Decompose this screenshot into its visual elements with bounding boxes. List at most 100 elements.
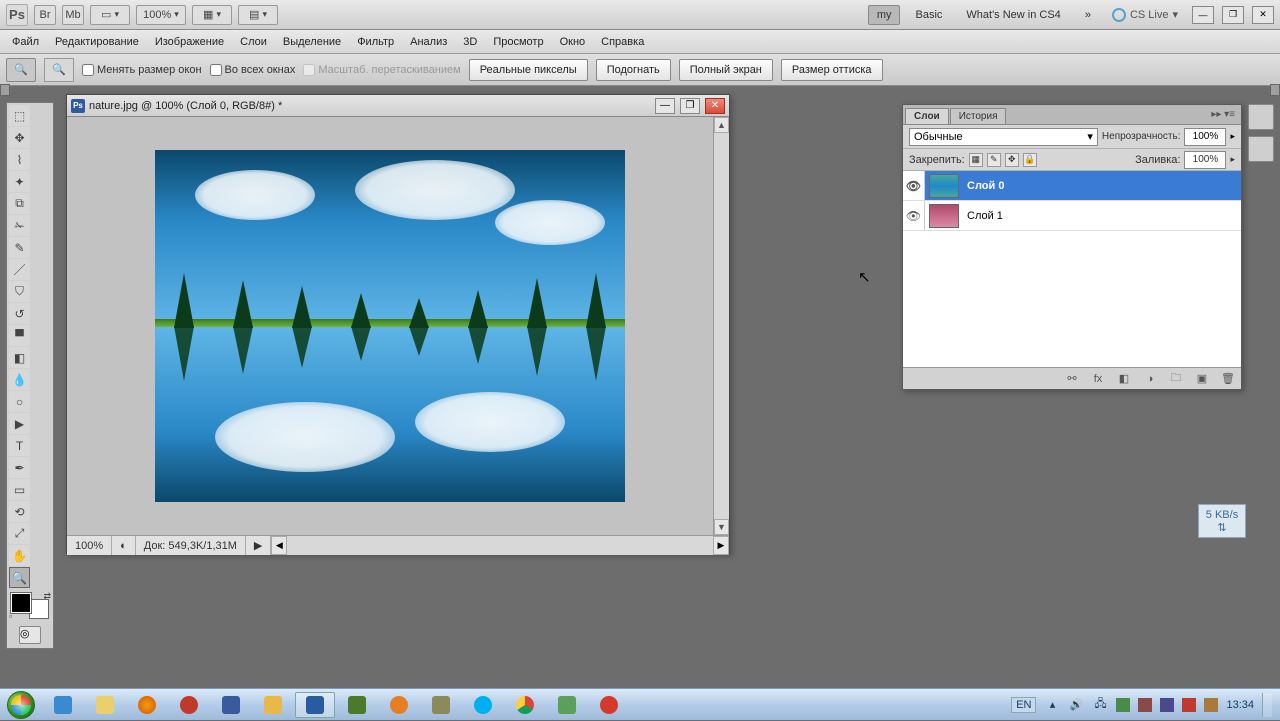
gradient-tool[interactable]: ▀ xyxy=(9,325,30,346)
doc-maximize-button[interactable]: ❐ xyxy=(680,98,700,114)
status-menu-icon[interactable]: ▶ xyxy=(246,536,271,555)
magic-wand-tool[interactable]: ✦ xyxy=(9,171,30,192)
hand-tool[interactable]: ✋ xyxy=(9,545,30,566)
menu-select[interactable]: Выделение xyxy=(275,33,349,51)
delete-layer-icon[interactable]: 🗑 xyxy=(1219,371,1237,387)
pencil-tool[interactable]: ／ xyxy=(9,259,30,280)
move-tool[interactable]: ✥ xyxy=(9,127,30,148)
default-colors-icon[interactable]: ▫ xyxy=(9,611,12,621)
adjustment-layer-icon[interactable]: ◑ xyxy=(1141,371,1159,387)
show-desktop-button[interactable] xyxy=(1262,693,1272,717)
screen-mode-dropdown[interactable]: ▭ xyxy=(90,5,130,25)
layer-thumbnail[interactable] xyxy=(929,204,959,228)
actual-pixels-button[interactable]: Реальные пикселы xyxy=(469,59,588,81)
taskbar-app2-icon[interactable] xyxy=(421,692,461,718)
scroll-right-icon[interactable]: ▶ xyxy=(713,536,729,555)
menu-view[interactable]: Просмотр xyxy=(485,33,551,51)
pen-tool[interactable]: ✒ xyxy=(9,457,30,478)
menu-analysis[interactable]: Анализ xyxy=(402,33,455,51)
taskbar-chrome-icon[interactable] xyxy=(505,692,545,718)
menu-image[interactable]: Изображение xyxy=(147,33,232,51)
type-tool[interactable]: T xyxy=(9,435,30,456)
layer-style-icon[interactable]: fx xyxy=(1089,371,1107,387)
blend-mode-select[interactable]: Обычные ▾ xyxy=(909,128,1098,146)
taskbar-app-icon[interactable] xyxy=(211,692,251,718)
eraser-tool[interactable]: ◧ xyxy=(9,347,30,368)
taskbar-clock[interactable]: 13:34 xyxy=(1226,699,1254,711)
workspace-basic[interactable]: Basic xyxy=(906,5,951,25)
panel-collapse-icon[interactable]: ▸▸ ▾≡ xyxy=(1205,105,1241,124)
layer-visibility-icon[interactable]: 👁 xyxy=(903,171,925,200)
layer-group-icon[interactable]: 🗀 xyxy=(1167,371,1185,387)
layer-thumbnail[interactable] xyxy=(929,174,959,198)
document-titlebar[interactable]: Ps nature.jpg @ 100% (Слой 0, RGB/8#) * … xyxy=(67,95,729,117)
menu-edit[interactable]: Редактирование xyxy=(47,33,147,51)
lock-all-icon[interactable]: 🔒 xyxy=(1023,153,1037,167)
scroll-down-icon[interactable]: ▼ xyxy=(714,519,729,535)
layer-name[interactable]: Слой 0 xyxy=(963,180,1004,192)
current-tool-icon[interactable]: 🔍 xyxy=(6,58,36,82)
collapsed-panel-icon[interactable] xyxy=(1248,104,1274,130)
arrange-documents-dropdown[interactable]: ▦ xyxy=(192,5,232,25)
taskbar-explorer-icon[interactable] xyxy=(85,692,125,718)
workspace-my[interactable]: my xyxy=(868,5,901,25)
opacity-input[interactable]: 100% xyxy=(1184,128,1226,146)
fit-screen-button[interactable]: Подогнать xyxy=(596,59,671,81)
menu-3d[interactable]: 3D xyxy=(455,33,485,51)
status-info-icon[interactable]: ◐ xyxy=(112,536,136,555)
new-layer-icon[interactable]: ▣ xyxy=(1193,371,1211,387)
menu-help[interactable]: Справка xyxy=(593,33,652,51)
foreground-color-swatch[interactable] xyxy=(11,593,31,613)
workspace-more-icon[interactable]: » xyxy=(1076,5,1100,25)
fill-flyout-icon[interactable]: ▸ xyxy=(1230,154,1235,165)
stamp-tool[interactable]: ⛉ xyxy=(9,281,30,302)
tab-history[interactable]: История xyxy=(950,108,1007,124)
app-restore-button[interactable]: ❐ xyxy=(1222,6,1244,24)
fullscreen-button[interactable]: Полный экран xyxy=(679,59,773,81)
lock-pixels-icon[interactable]: ✎ xyxy=(987,153,1001,167)
lock-position-icon[interactable]: ✥ xyxy=(1005,153,1019,167)
cs-live-button[interactable]: CS Live ▾ xyxy=(1106,8,1184,22)
workspace-whatsnew[interactable]: What's New in CS4 xyxy=(957,5,1069,25)
layers-list[interactable]: 👁 Слой 0 👁 Слой 1 xyxy=(903,171,1241,367)
status-zoom[interactable]: 100% xyxy=(67,536,112,555)
tray-network-icon[interactable]: 🖧 xyxy=(1092,697,1108,713)
layer-visibility-icon[interactable]: 👁 xyxy=(903,201,925,230)
menu-window[interactable]: Окно xyxy=(552,33,594,51)
menu-filter[interactable]: Фильтр xyxy=(349,33,402,51)
layer-name[interactable]: Слой 1 xyxy=(963,210,1003,222)
menu-layer[interactable]: Слои xyxy=(232,33,275,51)
quick-mask-button[interactable]: ◎ xyxy=(9,624,51,646)
tray-icon[interactable] xyxy=(1116,698,1130,712)
scroll-up-icon[interactable]: ▲ xyxy=(714,117,729,133)
tray-icon[interactable] xyxy=(1160,698,1174,712)
opacity-flyout-icon[interactable]: ▸ xyxy=(1230,131,1235,142)
canvas-area[interactable] xyxy=(67,117,713,535)
layer-mask-icon[interactable]: ◧ xyxy=(1115,371,1133,387)
app-close-button[interactable]: ✕ xyxy=(1252,6,1274,24)
marquee-tool[interactable]: ⬚ xyxy=(9,105,30,126)
link-layers-icon[interactable]: ⚯ xyxy=(1063,371,1081,387)
taskbar-notepad-icon[interactable] xyxy=(253,692,293,718)
left-dock-grip[interactable] xyxy=(0,84,10,96)
scroll-left-icon[interactable]: ◀ xyxy=(271,536,287,555)
zoom-in-out-icon[interactable]: 🔍 xyxy=(44,58,74,82)
taskbar-media-icon[interactable] xyxy=(379,692,419,718)
3d-orbit-tool[interactable]: ⤢ xyxy=(9,523,30,544)
shape-tool[interactable]: ▭ xyxy=(9,479,30,500)
print-size-button[interactable]: Размер оттиска xyxy=(781,59,883,81)
network-monitor-widget[interactable]: 5 KB/s ⇅ xyxy=(1198,504,1246,538)
status-doc-size[interactable]: Док: 549,3K/1,31M xyxy=(136,536,246,555)
menu-file[interactable]: Файл xyxy=(4,33,47,51)
tab-layers[interactable]: Слои xyxy=(905,108,949,124)
zoom-level-dropdown[interactable]: 100% xyxy=(136,5,186,25)
crop-tool[interactable]: ⧉ xyxy=(9,193,30,214)
all-windows-checkbox[interactable]: Во всех окнах xyxy=(210,64,296,76)
doc-minimize-button[interactable]: — xyxy=(655,98,675,114)
fill-input[interactable]: 100% xyxy=(1184,151,1226,169)
taskbar-opera-icon[interactable] xyxy=(169,692,209,718)
tray-show-hidden-icon[interactable]: ▴ xyxy=(1044,697,1060,713)
color-swatches[interactable]: ⇄ ▫ xyxy=(9,591,51,621)
taskbar-dreamweaver-icon[interactable] xyxy=(337,692,377,718)
layer-row[interactable]: 👁 Слой 1 xyxy=(903,201,1241,231)
